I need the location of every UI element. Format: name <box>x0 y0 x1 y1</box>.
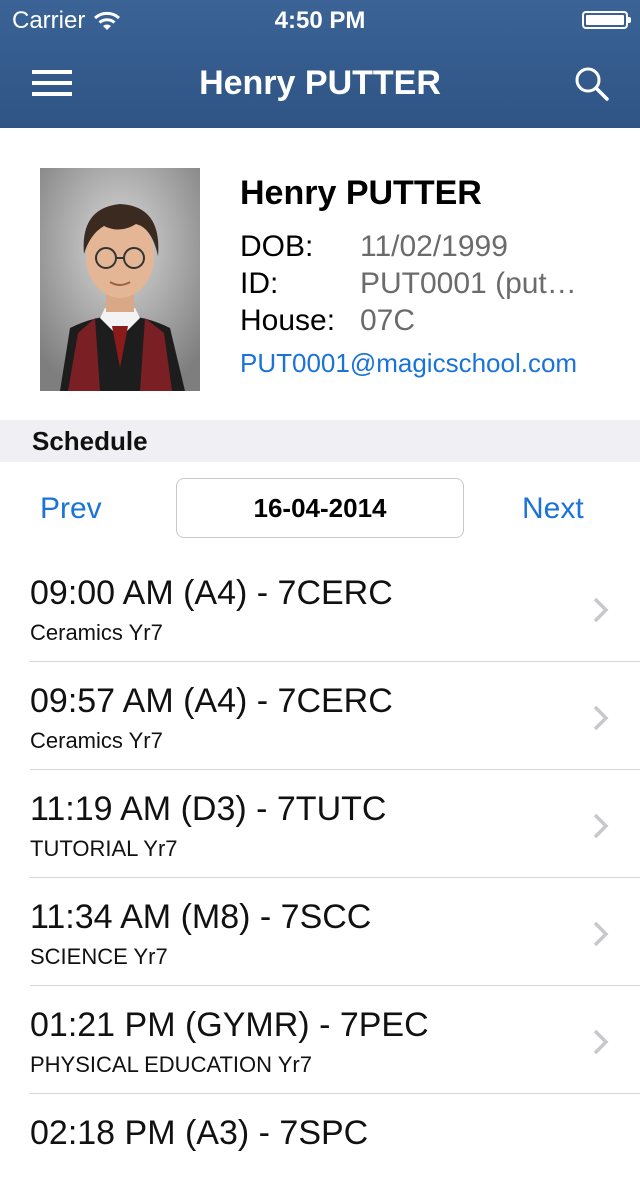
search-icon[interactable] <box>574 66 610 102</box>
schedule-section-header: Schedule <box>0 420 640 462</box>
item-subtitle: Ceramics Yr7 <box>30 620 163 645</box>
chevron-right-icon <box>593 1029 609 1055</box>
item-title: 09:00 AM (A4) - 7CERC <box>30 574 393 612</box>
section-title: Schedule <box>32 426 148 456</box>
item-title: 01:21 PM (GYMR) - 7PEC <box>30 1006 429 1044</box>
student-photo <box>40 168 200 391</box>
house-label: House: <box>240 304 336 337</box>
item-subtitle: Ceramics Yr7 <box>30 728 163 753</box>
item-title: 11:19 AM (D3) - 7TUTC <box>30 790 387 828</box>
chevron-right-icon <box>593 705 609 731</box>
id-row: ID: PUT0001 (put… <box>240 267 577 301</box>
date-picker[interactable]: 16-04-2014 <box>176 478 464 538</box>
item-subtitle: PHYSICAL EDUCATION Yr7 <box>30 1052 312 1077</box>
item-title: 02:18 PM (A3) - 7SPC <box>30 1114 369 1152</box>
navigation-bar: Carrier 4:50 PM Henry PUTTER <box>0 0 640 128</box>
dob-label: DOB: <box>240 230 314 263</box>
date-navigator: Prev 16-04-2014 Next <box>0 462 640 554</box>
page-title: Henry PUTTER <box>199 64 441 102</box>
chevron-right-icon <box>593 813 609 839</box>
house-value: 07C <box>360 304 416 337</box>
student-profile: Henry PUTTER DOB: 11/02/1999 ID: PUT0001… <box>0 128 640 420</box>
house-row: House: 07C <box>240 304 415 338</box>
status-time: 4:50 PM <box>274 7 366 34</box>
list-item[interactable]: 11:34 AM (M8) - 7SCC SCIENCE Yr7 <box>0 878 640 986</box>
item-title: 09:57 AM (A4) - 7CERC <box>30 682 393 720</box>
chevron-right-icon <box>593 597 609 623</box>
chevron-right-icon <box>593 921 609 947</box>
item-subtitle: TUTORIAL Yr7 <box>30 836 178 861</box>
student-name: Henry PUTTER <box>240 174 482 212</box>
next-button[interactable]: Next <box>522 492 584 526</box>
id-value: PUT0001 (put… <box>360 267 577 300</box>
list-item[interactable]: 09:57 AM (A4) - 7CERC Ceramics Yr7 <box>0 662 640 770</box>
status-bar: Carrier 4:50 PM <box>0 0 640 40</box>
battery-icon <box>582 11 631 29</box>
list-item[interactable]: 02:18 PM (A3) - 7SPC <box>0 1094 640 1202</box>
schedule-list: 09:00 AM (A4) - 7CERC Ceramics Yr7 09:57… <box>0 554 640 1202</box>
list-item[interactable]: 09:00 AM (A4) - 7CERC Ceramics Yr7 <box>0 554 640 662</box>
item-title: 11:34 AM (M8) - 7SCC <box>30 898 372 936</box>
dob-row: DOB: 11/02/1999 <box>240 230 508 264</box>
item-subtitle: SCIENCE Yr7 <box>30 944 168 969</box>
prev-button[interactable]: Prev <box>40 492 102 526</box>
id-label: ID: <box>240 267 279 300</box>
list-item[interactable]: 11:19 AM (D3) - 7TUTC TUTORIAL Yr7 <box>0 770 640 878</box>
email-link[interactable]: PUT0001@magicschool.com <box>240 348 577 379</box>
list-item[interactable]: 01:21 PM (GYMR) - 7PEC PHYSICAL EDUCATIO… <box>0 986 640 1094</box>
dob-value: 11/02/1999 <box>360 230 508 263</box>
